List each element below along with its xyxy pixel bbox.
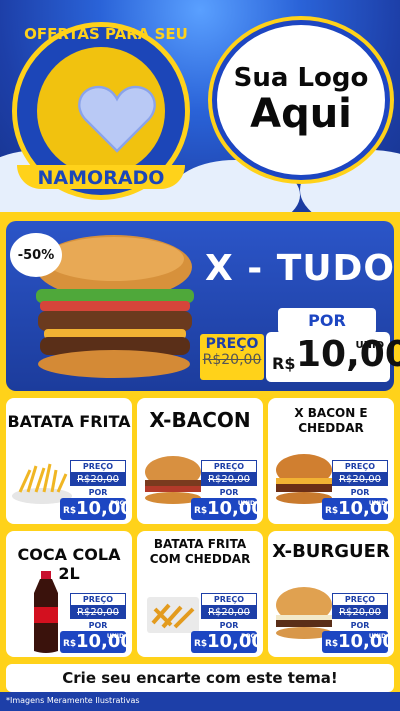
unit: UNID [368,633,386,640]
price-block: PREÇO R$20,00 POR R$ 10,00 UNID [322,460,394,520]
price-block: PREÇO R$20,00 POR R$ 10,00 POÇ [60,460,132,520]
currency: R$ [63,639,77,649]
product-card: X-BURGUER PREÇO R$20,00 POR R$ 10,00 UNI… [268,531,394,657]
product-card: BATATA FRITA PREÇO R$20,00 POR R$ 10,00 … [6,398,132,524]
preco-label: PREÇO [70,460,126,473]
hero-unit: UNID [355,340,384,351]
hero-currency: R$ [272,354,296,373]
footer-disclaimer: *Imagens Meramente Ilustrativas [6,696,140,705]
old-price: R$20,00 [332,473,388,486]
unit: UNID [237,500,255,507]
product-card: X BACON E CHEDDAR PREÇO R$20,00 POR R$ 1… [268,398,394,524]
unit: POÇ [110,500,124,507]
badge-bottom-text: NAMORADO [17,165,185,189]
preco-label: PREÇO [70,593,126,606]
heart-icon [78,85,156,153]
por-label: POR [88,621,108,630]
por-label: POR [219,488,239,497]
currency: R$ [325,639,339,649]
hero-preco-label: PREÇO [205,336,259,352]
new-price-box: R$ 10,00 UNID [322,631,394,653]
new-price-box: R$ 10,00 UNID [191,498,263,520]
currency: R$ [63,506,77,516]
logo-line1: Sua Logo [233,63,369,93]
hero-title: X - TUDO [205,248,396,289]
product-name: BATATA FRITA COM CHEDDAR [149,537,251,566]
hero-old-price: R$20,00 [202,352,262,368]
preco-label: PREÇO [332,460,388,473]
hero-por-label: POR [278,308,376,334]
preco-label: PREÇO [201,593,257,606]
header-banner: OFERTAS PARA SEU NAMORADO Sua Logo Aqui [0,0,400,215]
cta-banner: Crie seu encarte com este tema! [6,664,394,692]
por-label: POR [350,621,370,630]
footer: *Imagens Meramente Ilustrativas [0,692,400,711]
new-price-box: R$ 10,00 POÇ [60,498,132,520]
logo-placeholder: Sua Logo Aqui [212,20,390,180]
product-card: BATATA FRITA COM CHEDDAR PREÇO R$20,00 P… [137,531,263,657]
por-label: POR [88,488,108,497]
price-block: PREÇO R$20,00 POR R$ 10,00 UNID [60,593,132,653]
discount-badge: -50% [10,233,62,277]
currency: R$ [194,639,208,649]
product-card: X-BACON PREÇO R$20,00 POR R$ 10,00 UNID [137,398,263,524]
logo-line2: Aqui [250,91,352,137]
product-name: BATATA FRITA [7,412,131,431]
por-label: POR [219,621,239,630]
unit: UNID [368,500,386,507]
product-name: COCA COLA 2L [17,545,121,583]
preco-label: PREÇO [332,593,388,606]
hero-old-price-box: PREÇO R$20,00 [200,334,264,380]
price-block: PREÇO R$20,00 POR R$ 10,00 POÇ [191,593,263,653]
product-card: COCA COLA 2L PREÇO R$20,00 POR R$ 10,00 … [6,531,132,657]
product-name: X-BACON [149,408,251,432]
badge-top-text: OFERTAS PARA SEU [24,25,188,43]
preco-label: PREÇO [201,460,257,473]
currency: R$ [325,506,339,516]
hero-price-box: R$ 10,00 UNID [266,332,400,382]
old-price: R$20,00 [332,606,388,619]
product-name: X BACON E CHEDDAR [294,406,368,435]
old-price: R$20,00 [201,473,257,486]
old-price: R$20,00 [201,606,257,619]
por-label: POR [350,488,370,497]
new-price-box: R$ 10,00 UNID [60,631,132,653]
promo-badge: OFERTAS PARA SEU NAMORADO [12,22,190,200]
old-price: R$20,00 [70,606,126,619]
badge-center [37,47,165,175]
hero-price: 10,00 [296,334,400,375]
new-price-box: R$ 10,00 UNID [322,498,394,520]
product-name: X-BURGUER [272,541,390,562]
unit: POÇ [241,633,255,640]
currency: R$ [194,506,208,516]
price-block: PREÇO R$20,00 POR R$ 10,00 UNID [322,593,394,653]
unit: UNID [106,633,124,640]
new-price-box: R$ 10,00 POÇ [191,631,263,653]
price-block: PREÇO R$20,00 POR R$ 10,00 UNID [191,460,263,520]
old-price: R$20,00 [70,473,126,486]
